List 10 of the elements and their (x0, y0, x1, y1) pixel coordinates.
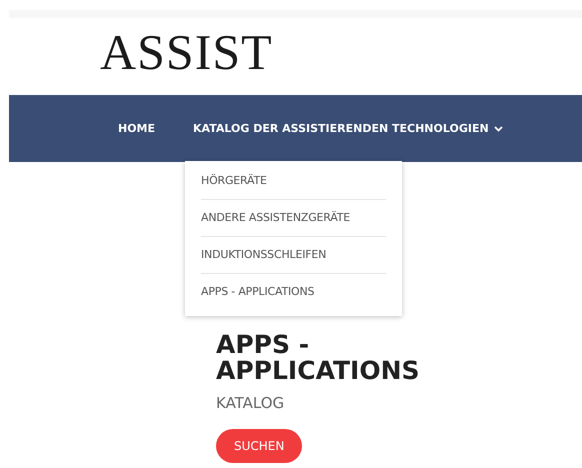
search-button[interactable]: SUCHEN (216, 429, 302, 463)
dropdown-item[interactable]: APPS - APPLICATIONS (201, 274, 386, 310)
dropdown-item[interactable]: ANDERE ASSISTENZGERÄTE (201, 200, 386, 237)
site-logo[interactable]: ASSIST (100, 22, 582, 95)
page-title: APPS - APPLICATIONS (216, 332, 421, 384)
nav-link[interactable]: KATALOG DER ASSISTIERENDEN TECHNOLOGIEN (193, 122, 503, 135)
dropdown-item[interactable]: INDUKTIONSSCHLEIFEN (201, 237, 386, 274)
dropdown-item[interactable]: HÖRGERÄTE (201, 163, 386, 200)
nav-link[interactable]: HOME (118, 122, 156, 135)
page-subtitle: KATALOG (216, 394, 286, 412)
